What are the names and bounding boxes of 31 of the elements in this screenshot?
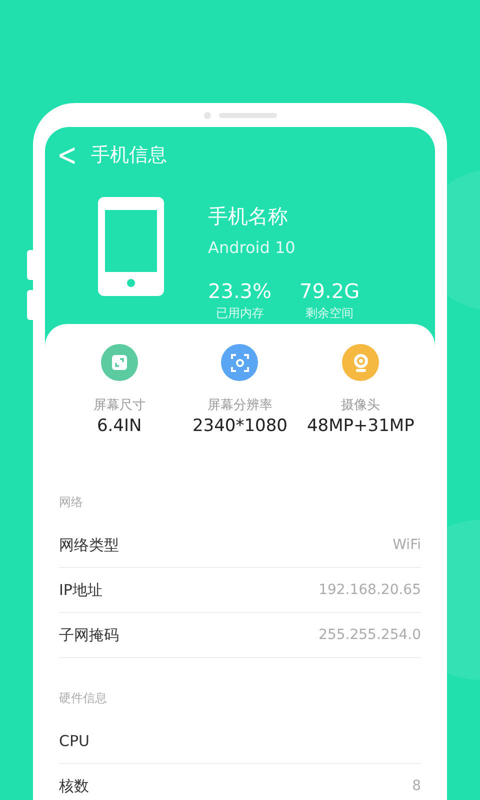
row-value: 192.168.20.65 bbox=[318, 582, 421, 598]
spec-label: 屏幕分辨率 bbox=[207, 397, 272, 414]
row-label: 子网掩码 bbox=[59, 626, 119, 644]
section-title: 网络 bbox=[59, 494, 84, 511]
device-name: 手机名称 bbox=[208, 203, 289, 230]
row-value: 255.255.254.0 bbox=[318, 627, 421, 643]
phone-icon bbox=[98, 197, 164, 296]
row-label: CPU bbox=[59, 732, 90, 750]
section-title: 硬件信息 bbox=[59, 690, 108, 707]
row-value: 8 bbox=[412, 778, 421, 794]
row-label: 网络类型 bbox=[59, 536, 119, 554]
expand-icon bbox=[110, 354, 128, 371]
camera-dot bbox=[204, 112, 210, 119]
focus-icon bbox=[230, 354, 249, 372]
webcam-icon bbox=[352, 352, 370, 372]
stat-label: 剩余空间 bbox=[306, 305, 354, 322]
speaker-slot bbox=[218, 113, 276, 118]
stat-value: 79.2G bbox=[300, 279, 360, 303]
spec-value: 6.4IN bbox=[96, 416, 142, 436]
row-value: WiFi bbox=[392, 537, 421, 553]
spec-value: 2340*1080 bbox=[192, 416, 288, 436]
spec-label: 摄像头 bbox=[341, 397, 380, 414]
spec-label: 屏幕尺寸 bbox=[93, 397, 146, 414]
row-label: IP地址 bbox=[59, 580, 102, 600]
back-button[interactable]: < bbox=[57, 136, 78, 174]
stat-label: 已用内存 bbox=[216, 305, 264, 322]
stat-value: 23.3% bbox=[208, 279, 272, 303]
os-version: Android 10 bbox=[208, 238, 296, 257]
spec-value: 48MP+31MP bbox=[306, 416, 414, 436]
page-title: 手机信息 bbox=[91, 143, 168, 168]
row-label: 核数 bbox=[59, 776, 89, 796]
